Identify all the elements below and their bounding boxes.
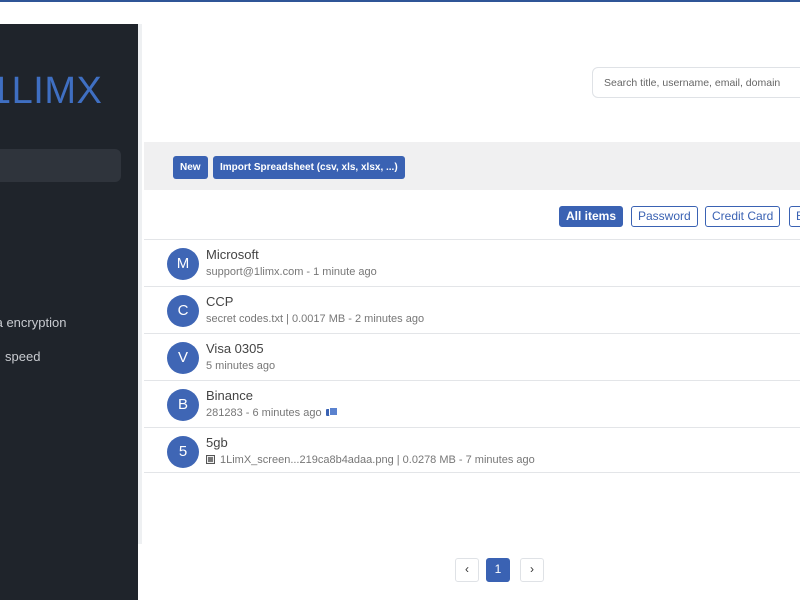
avatar: 5 bbox=[167, 436, 199, 468]
item-title[interactable]: CCP bbox=[206, 294, 233, 309]
sidebar: 1LIMX s ta encryption speed s bbox=[0, 24, 138, 600]
item-subtitle: support@1limx.com - 1 minute ago bbox=[206, 266, 377, 278]
sidebar-item-active[interactable] bbox=[0, 149, 121, 182]
item-subtitle: 5 minutes ago bbox=[206, 360, 276, 372]
pagination-prev-button[interactable]: ‹ bbox=[455, 558, 479, 582]
sidebar-item-speed[interactable]: speed bbox=[5, 349, 40, 364]
list-item[interactable]: B Binance 281283 - 6 minutes ago bbox=[144, 381, 800, 428]
item-subtitle: secret codes.txt | 0.0017 MB - 2 minutes… bbox=[206, 313, 425, 325]
app-logo[interactable]: 1LIMX bbox=[0, 70, 102, 113]
search-input[interactable] bbox=[592, 67, 800, 98]
item-subtitle: 1LimX_screen...219ca8b4adaa.png | 0.0278… bbox=[206, 454, 535, 466]
item-subtitle-text: 1LimX_screen...219ca8b4adaa.png | 0.0278… bbox=[220, 454, 535, 466]
top-accent-line bbox=[0, 0, 800, 2]
import-spreadsheet-button[interactable]: Import Spreadsheet (csv, xls, xlsx, ...) bbox=[213, 156, 405, 179]
filter-all-items[interactable]: All items bbox=[559, 206, 624, 227]
list-item[interactable]: V Visa 0305 5 minutes ago bbox=[144, 334, 800, 381]
avatar: V bbox=[167, 342, 199, 374]
sidebar-divider bbox=[138, 24, 142, 544]
filter-password[interactable]: Password bbox=[631, 206, 698, 227]
image-file-icon bbox=[206, 455, 215, 464]
pagination-next-button[interactable]: › bbox=[520, 558, 544, 582]
filter-credit-card[interactable]: Credit Card bbox=[705, 206, 781, 227]
copy-icon[interactable] bbox=[325, 407, 338, 417]
item-title[interactable]: Binance bbox=[206, 388, 253, 403]
action-toolbar: New Import Spreadsheet (csv, xls, xlsx, … bbox=[144, 142, 800, 190]
item-title[interactable]: Visa 0305 bbox=[206, 341, 264, 356]
sidebar-item-data-encryption[interactable]: ta encryption bbox=[0, 315, 66, 330]
item-title[interactable]: 5gb bbox=[206, 435, 228, 450]
new-button[interactable]: New bbox=[173, 156, 208, 179]
avatar: C bbox=[167, 295, 199, 327]
list-item[interactable]: C CCP secret codes.txt | 0.0017 MB - 2 m… bbox=[144, 287, 800, 334]
list-item[interactable]: 5 5gb 1LimX_screen...219ca8b4adaa.png | … bbox=[144, 428, 800, 473]
avatar: B bbox=[167, 389, 199, 421]
avatar: M bbox=[167, 248, 199, 280]
pagination-page-1[interactable]: 1 bbox=[486, 558, 510, 582]
item-subtitle: 281283 - 6 minutes ago bbox=[206, 407, 338, 419]
item-title[interactable]: Microsoft bbox=[206, 247, 259, 262]
filter-more[interactable]: B bbox=[789, 206, 800, 227]
list-item[interactable]: M Microsoft support@1limx.com - 1 minute… bbox=[144, 240, 800, 287]
item-subtitle-text: 281283 - 6 minutes ago bbox=[206, 407, 322, 419]
